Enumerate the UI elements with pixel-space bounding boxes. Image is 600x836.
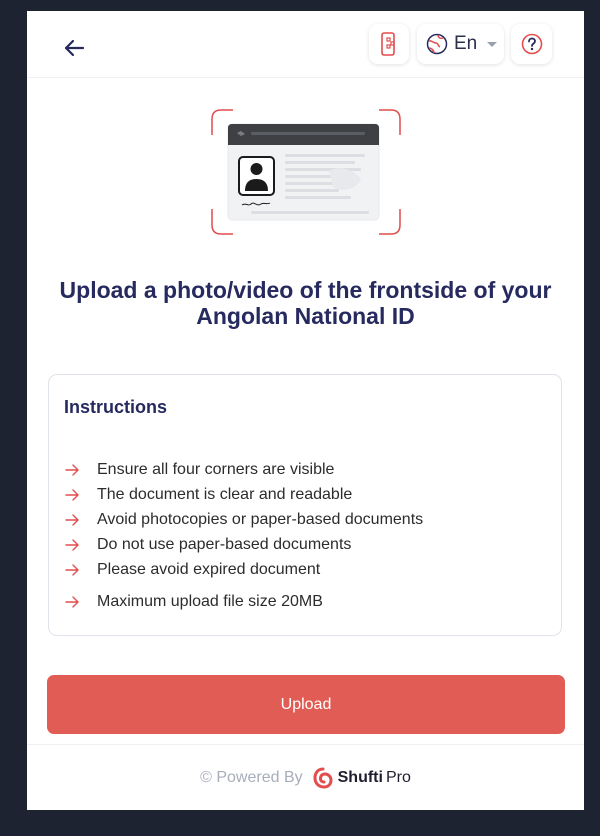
list-item: Maximum upload file size 20MB: [65, 589, 423, 614]
chevron-down-icon: [487, 41, 498, 47]
arrow-right-icon: [65, 513, 80, 526]
verification-card: En Upload a photo/video of the frontside…: [27, 11, 584, 810]
brand-name-part2: Pro: [385, 768, 411, 786]
mobile-qr-icon: [381, 32, 395, 56]
instruction-text: Ensure all four corners are visible: [97, 460, 335, 478]
top-bar: En: [27, 11, 584, 78]
instruction-text: The document is clear and readable: [97, 485, 353, 503]
instruction-text: Avoid photocopies or paper-based documen…: [97, 510, 424, 528]
page-title: Upload a photo/video of the frontside of…: [59, 277, 552, 329]
list-item: The document is clear and readable: [65, 482, 423, 507]
list-item: Avoid photocopies or paper-based documen…: [65, 507, 423, 532]
brand-name-part1: Shufti: [337, 768, 383, 786]
instructions-list: Ensure all four corners are visible The …: [65, 457, 423, 614]
list-item: Ensure all four corners are visible: [65, 457, 423, 482]
back-button[interactable]: [61, 35, 87, 61]
language-selector[interactable]: En: [417, 24, 504, 64]
instruction-text: Maximum upload file size 20MB: [97, 592, 323, 610]
globe-icon: [426, 33, 448, 55]
instruction-text: Please avoid expired document: [97, 560, 321, 578]
switch-to-mobile-button[interactable]: [369, 24, 409, 64]
list-item: Do not use paper-based documents: [65, 532, 423, 557]
shuftipro-logo-icon: [313, 767, 333, 789]
question-mark-icon: [521, 33, 542, 55]
instructions-title: Instructions: [64, 397, 168, 417]
footer: © Powered By Shufti Pro: [27, 744, 584, 810]
powered-by-text: © Powered By: [200, 768, 303, 786]
arrow-right-icon: [65, 595, 80, 608]
list-item: Please avoid expired document: [65, 557, 423, 582]
id-card-illustration: [211, 109, 401, 235]
arrow-right-icon: [65, 538, 80, 551]
instruction-text: Do not use paper-based documents: [97, 535, 352, 553]
arrow-right-icon: [65, 563, 80, 576]
help-button[interactable]: [511, 24, 552, 64]
arrow-right-icon: [65, 488, 80, 501]
arrow-right-icon: [65, 463, 80, 476]
arrow-left-icon: [64, 39, 85, 57]
upload-button[interactable]: Upload: [47, 675, 565, 734]
instructions-panel: Instructions Ensure all four corners are…: [48, 374, 562, 636]
language-label: En: [454, 33, 478, 54]
